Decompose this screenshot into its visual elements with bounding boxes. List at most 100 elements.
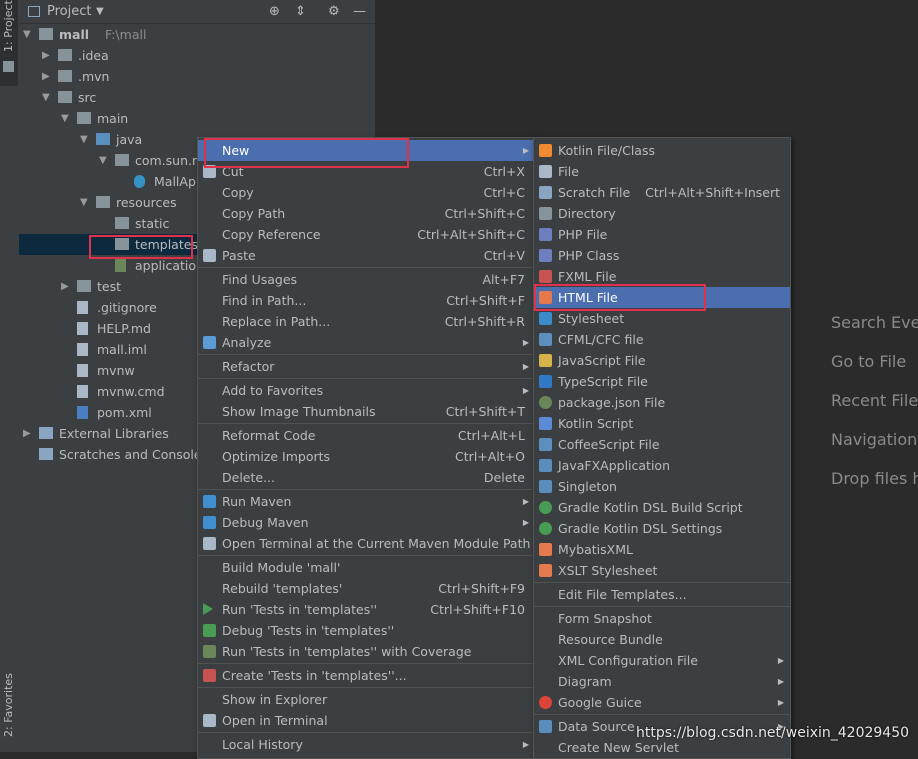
menu-item[interactable]: Show in Explorer (198, 689, 535, 710)
collapsed-arrow-icon[interactable]: ▶ (61, 276, 73, 297)
menu-item[interactable]: Copy Path Ctrl+Shift+C (198, 203, 535, 224)
menu-item[interactable]: Diagram ▶ (534, 671, 790, 692)
menu-item[interactable]: Open in Terminal (198, 710, 535, 731)
menu-item[interactable]: Refactor ▶ (198, 356, 535, 377)
menu-item[interactable]: Edit File Templates... (534, 584, 790, 605)
folder-icon (96, 196, 110, 208)
menu-item[interactable]: CoffeeScript File (534, 434, 790, 455)
menu-item[interactable]: Run 'Tests in 'templates'' with Coverage (198, 641, 535, 662)
project-tool-tab[interactable]: 1: Project (0, 0, 18, 86)
tree-item[interactable]: ▼ mall F:\mall (19, 24, 375, 45)
menu-item[interactable]: Debug 'Tests in 'templates'' (198, 620, 535, 641)
menu-item[interactable]: Resource Bundle (534, 629, 790, 650)
menu-item-label: Copy (222, 185, 254, 200)
tree-item-label: resources (116, 195, 177, 210)
file-icon (539, 165, 552, 178)
minimize-icon[interactable]: — (353, 4, 366, 19)
menu-item-label: Paste (222, 248, 256, 263)
menu-item[interactable]: JavaFXApplication (534, 455, 790, 476)
menu-item[interactable]: Optimize Imports Ctrl+Alt+O (198, 446, 535, 467)
chevron-down-icon[interactable]: ▼ (96, 6, 104, 17)
menu-item[interactable]: Show Image Thumbnails Ctrl+Shift+T (198, 401, 535, 422)
xml-icon (539, 543, 552, 556)
folder-icon (77, 280, 91, 292)
menu-item[interactable]: XSLT Stylesheet (534, 560, 790, 581)
menu-item[interactable]: Run 'Tests in 'templates'' Ctrl+Shift+F10 (198, 599, 535, 620)
menu-item[interactable]: Build Module 'mall' (198, 557, 535, 578)
menu-item[interactable]: Find Usages Alt+F7 (198, 269, 535, 290)
welcome-hint: Drop files h (831, 469, 918, 488)
tree-item[interactable]: ▶ .mvn (19, 66, 375, 87)
menu-item[interactable]: Kotlin File/Class (534, 140, 790, 161)
new-submenu: Kotlin File/Class File Scratch File Ctrl+Al… (533, 137, 791, 759)
menu-item-label: Show in Explorer (222, 692, 328, 707)
menu-item[interactable]: Paste Ctrl+V (198, 245, 535, 266)
menu-item[interactable]: Run Maven ▶ (198, 491, 535, 512)
menu-item[interactable]: Directory (534, 203, 790, 224)
tree-item[interactable]: ▶ .idea (19, 45, 375, 66)
tree-item-label: .mvn (78, 69, 110, 84)
menu-item-label: Build Module 'mall' (222, 560, 341, 575)
menu-item[interactable]: Kotlin Script (534, 413, 790, 434)
menu-item[interactable]: package.json File (534, 392, 790, 413)
menu-item[interactable]: Copy Reference Ctrl+Alt+Shift+C (198, 224, 535, 245)
menu-separator (198, 423, 535, 424)
expanded-arrow-icon[interactable]: ▼ (99, 150, 111, 171)
collapse-all-icon[interactable]: ⇕ (295, 4, 306, 19)
tree-item[interactable]: ▼ main (19, 108, 375, 129)
create-icon (203, 669, 216, 682)
menu-item[interactable]: Reformat Code Ctrl+Alt+L (198, 425, 535, 446)
menu-item[interactable]: Gradle Kotlin DSL Build Script (534, 497, 790, 518)
menu-item[interactable]: Open Terminal at the Current Maven Modul… (198, 533, 535, 554)
expanded-arrow-icon[interactable]: ▼ (23, 24, 35, 45)
menu-item[interactable]: Singleton (534, 476, 790, 497)
menu-item[interactable]: Copy Ctrl+C (198, 182, 535, 203)
tree-item[interactable]: ▼ src (19, 87, 375, 108)
expanded-arrow-icon[interactable]: ▼ (61, 108, 73, 129)
menu-item[interactable]: Debug Maven ▶ (198, 512, 535, 533)
expanded-arrow-icon[interactable]: ▼ (42, 87, 54, 108)
javafx-icon (539, 459, 552, 472)
expanded-arrow-icon[interactable]: ▼ (80, 129, 92, 150)
menu-item[interactable]: CFML/CFC file (534, 329, 790, 350)
collapsed-arrow-icon[interactable]: ▶ (42, 45, 54, 66)
menu-item[interactable]: FXML File (534, 266, 790, 287)
menu-item[interactable]: Form Snapshot (534, 608, 790, 629)
menu-item[interactable]: Gradle Kotlin DSL Settings (534, 518, 790, 539)
menu-item[interactable]: JavaScript File (534, 350, 790, 371)
menu-item[interactable]: Stylesheet (534, 308, 790, 329)
menu-item[interactable]: Rebuild 'templates' Ctrl+Shift+F9 (198, 578, 535, 599)
menu-item[interactable]: Create 'Tests in 'templates''... (198, 665, 535, 686)
menu-item[interactable]: Scratch File Ctrl+Alt+Shift+Insert (534, 182, 790, 203)
locate-icon[interactable]: ⊕ (269, 4, 280, 19)
menu-item[interactable]: Delete... Delete (198, 467, 535, 488)
project-panel-header: Project ▼ ⊕ ⇕ ⚙ — (19, 0, 375, 24)
menu-item[interactable]: Find in Path... Ctrl+Shift+F (198, 290, 535, 311)
folder-icon (58, 91, 72, 103)
menu-item[interactable]: Analyze ▶ (198, 332, 535, 353)
menu-item[interactable]: Add to Favorites ▶ (198, 380, 535, 401)
menu-item[interactable]: New ▶ (198, 140, 535, 161)
menu-item[interactable]: XML Configuration File ▶ (534, 650, 790, 671)
expanded-arrow-icon[interactable]: ▼ (80, 192, 92, 213)
gradle-icon (539, 522, 552, 535)
menu-item[interactable]: Replace in Path... Ctrl+Shift+R (198, 311, 535, 332)
collapsed-arrow-icon[interactable]: ▶ (42, 66, 54, 87)
menu-item[interactable]: HTML File (534, 287, 790, 308)
menu-item[interactable]: TypeScript File (534, 371, 790, 392)
panel-title[interactable]: Project (47, 4, 91, 19)
gear-icon[interactable]: ⚙ (328, 4, 340, 19)
menu-item[interactable]: PHP Class (534, 245, 790, 266)
tree-item-label: main (97, 111, 129, 126)
menu-item[interactable]: MybatisXML (534, 539, 790, 560)
menu-separator (534, 582, 790, 583)
menu-shortcut: Ctrl+Shift+F (446, 293, 525, 308)
menu-item[interactable]: PHP File (534, 224, 790, 245)
menu-item[interactable]: File (534, 161, 790, 182)
menu-item[interactable]: Cut Ctrl+X (198, 161, 535, 182)
menu-item[interactable]: Google Guice ▶ (534, 692, 790, 713)
debug-icon (203, 624, 216, 637)
tree-item-label: pom.xml (97, 405, 152, 420)
collapsed-arrow-icon[interactable]: ▶ (23, 423, 35, 444)
tree-item-label: test (97, 279, 122, 294)
